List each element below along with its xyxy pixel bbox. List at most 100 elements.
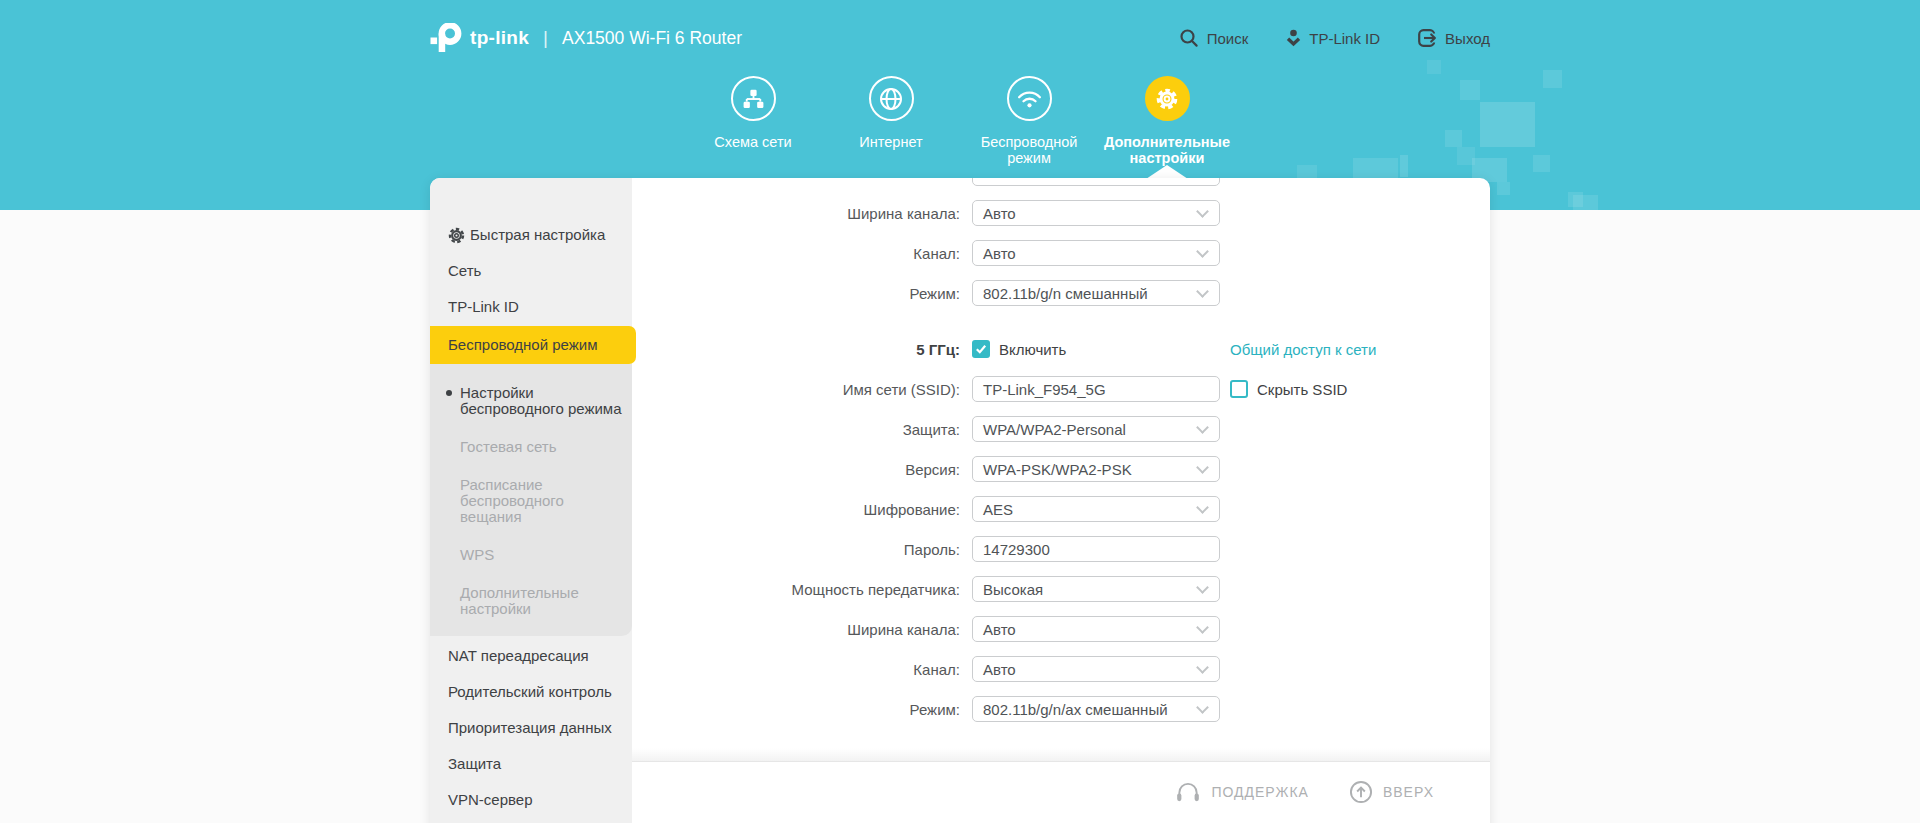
sidebar-item-label: TP-Link ID: [448, 295, 519, 319]
sidebar-item-parental-controls[interactable]: Родительский контроль: [430, 680, 632, 704]
mode-5g-select[interactable]: 802.11b/g/n/ax смешанный: [972, 696, 1220, 722]
form-bottom-shadow: [632, 748, 1490, 762]
security-5g-select[interactable]: WPA/WPA2-Personal: [972, 416, 1220, 442]
sidebar-item-label: Беспроводной режим: [448, 333, 597, 357]
support-button[interactable]: ПОДДЕРЖКА: [1175, 781, 1309, 804]
field-label: Мощность передатчика:: [632, 581, 960, 598]
device-title: AX1500 Wi-Fi 6 Router: [562, 28, 742, 49]
field-value: TP-Link_F954_5G: [983, 381, 1106, 398]
user-icon: [1286, 29, 1301, 48]
encryption-5g-select[interactable]: AES: [972, 496, 1220, 522]
chevron-down-icon: [1196, 501, 1209, 514]
brand-separator: |: [543, 27, 548, 49]
form-row-ssid-5g: Имя сети (SSID): TP-Link_F954_5G Скрыть SS…: [632, 376, 1490, 402]
internet-globe-icon: [869, 76, 914, 121]
field-value: AES: [983, 501, 1013, 518]
chevron-down-icon: [1196, 421, 1209, 434]
sidebar-item-tplink-id[interactable]: TP-Link ID: [430, 295, 632, 319]
channel-width-24g-select[interactable]: Авто: [972, 200, 1220, 226]
chevron-down-icon: [1196, 285, 1209, 298]
sidebar-subitem-wireless-settings[interactable]: Настройкибеспроводного режима: [430, 385, 632, 417]
brand-name: tp-link: [470, 27, 529, 49]
sidebar-item-qos[interactable]: Приоритезация данных: [430, 716, 632, 740]
tab-internet[interactable]: Интернет: [822, 76, 960, 166]
sidebar: Быстрая настройка Сеть TP-Link ID Беспровод…: [430, 178, 632, 823]
field-value: Авто: [983, 205, 1016, 222]
tab-network-map[interactable]: Схема сети: [684, 76, 822, 166]
content-panel: Ширина канала: Авто Канал: Авто Режим: 802.11…: [632, 178, 1490, 823]
version-5g-select[interactable]: WPA-PSK/WPA2-PSK: [972, 456, 1220, 482]
channel-24g-select[interactable]: Авто: [972, 240, 1220, 266]
search-label: Поиск: [1207, 30, 1249, 47]
chevron-down-icon: [1196, 661, 1209, 674]
field-label: Версия:: [632, 461, 960, 478]
field-value: 14729300: [983, 541, 1050, 558]
sidebar-item-label: Родительский контроль: [448, 680, 612, 704]
channel-width-5g-select[interactable]: Авто: [972, 616, 1220, 642]
scroll-up-button[interactable]: ВВЕРХ: [1349, 780, 1434, 804]
active-tab-pointer: [1146, 165, 1188, 179]
tab-wireless[interactable]: Беспроводнойрежим: [960, 76, 1098, 166]
field-label: Режим:: [632, 285, 960, 302]
up-label: ВВЕРХ: [1383, 784, 1434, 800]
page-card: Быстрая настройка Сеть TP-Link ID Беспровод…: [430, 178, 1490, 823]
field-label: Шифрование:: [632, 501, 960, 518]
tplink-id-button[interactable]: TP-Link ID: [1286, 29, 1380, 48]
tab-advanced-settings[interactable]: Дополнительныенастройки: [1098, 76, 1236, 166]
field-value: Авто: [983, 661, 1016, 678]
search-button[interactable]: Поиск: [1179, 28, 1249, 48]
headset-icon: [1175, 781, 1201, 804]
form-row-version-5g: Версия: WPA-PSK/WPA2-PSK: [632, 456, 1490, 482]
field-label: Ширина канала:: [632, 621, 960, 638]
tx-power-5g-select[interactable]: Высокая: [972, 576, 1220, 602]
form-row-mode-24g: Режим: 802.11b/g/n смешанный: [632, 280, 1490, 306]
chevron-down-icon: [1196, 245, 1209, 258]
sidebar-item-label: Защита: [448, 752, 501, 776]
channel-5g-select[interactable]: Авто: [972, 656, 1220, 682]
field-label: Канал:: [632, 245, 960, 262]
decorative-square: [1497, 182, 1510, 195]
network-share-link[interactable]: Общий доступ к сети: [1230, 341, 1376, 358]
field-label: Режим:: [632, 701, 960, 718]
tab-label: Дополнительныенастройки: [1104, 134, 1230, 166]
chevron-down-icon: [1196, 621, 1209, 634]
enable-5g-checkbox[interactable]: [972, 340, 990, 358]
sidebar-subitem-wireless-schedule: Расписаниебеспроводноговещания: [430, 477, 632, 525]
sidebar-item-security[interactable]: Защита: [430, 752, 632, 776]
form-row-security-5g: Защита: WPA/WPA2-Personal: [632, 416, 1490, 442]
sidebar-item-nat-forwarding[interactable]: NAT переадресация: [430, 644, 632, 668]
checkbox-label: Скрыть SSID: [1257, 381, 1347, 398]
brand-row: tp-link | AX1500 Wi-Fi 6 Router: [430, 0, 742, 76]
wifi-icon: [1007, 76, 1052, 121]
sidebar-item-label: NAT переадресация: [448, 644, 589, 668]
field-label: Ширина канала:: [632, 205, 960, 222]
mode-24g-select[interactable]: 802.11b/g/n смешанный: [972, 280, 1220, 306]
logout-button[interactable]: Выход: [1418, 29, 1490, 47]
sidebar-item-wireless[interactable]: Беспроводной режим: [430, 326, 636, 364]
main-nav: Схема сети Интернет Беспроводнойрежим До…: [0, 76, 1920, 166]
form-row-channel-width-5g: Ширина канала: Авто: [632, 616, 1490, 642]
hide-ssid-checkbox[interactable]: [1230, 380, 1248, 398]
sidebar-item-quick-setup[interactable]: Быстрая настройка: [430, 223, 632, 247]
sidebar-item-network[interactable]: Сеть: [430, 259, 632, 283]
wireless-settings-form: Ширина канала: Авто Канал: Авто Режим: 802.11…: [632, 178, 1490, 722]
tab-label: Схема сети: [714, 134, 791, 150]
field-value: 802.11b/g/n смешанный: [983, 285, 1148, 302]
sidebar-item-label: Приоритезация данных: [448, 716, 612, 740]
top-partial-select[interactable]: [972, 178, 1220, 186]
search-icon: [1179, 28, 1199, 48]
chevron-down-icon: [1196, 581, 1209, 594]
sidebar-subitem-wps: WPS: [430, 547, 632, 563]
logout-icon: [1418, 29, 1437, 47]
field-label: Защита:: [632, 421, 960, 438]
sidebar-item-vpn-server[interactable]: VPN-сервер: [430, 788, 632, 812]
gear-icon: [448, 227, 465, 244]
tplink-logo-icon: [430, 23, 464, 54]
checkbox-label: Включить: [999, 341, 1066, 358]
ssid-5g-input[interactable]: TP-Link_F954_5G: [972, 376, 1220, 402]
password-5g-input[interactable]: 14729300: [972, 536, 1220, 562]
chevron-down-icon: [1196, 461, 1209, 474]
footer-bar: ПОДДЕРЖКА ВВЕРХ: [632, 762, 1490, 822]
gear-icon: [1145, 76, 1190, 121]
field-label: Имя сети (SSID):: [632, 381, 960, 398]
